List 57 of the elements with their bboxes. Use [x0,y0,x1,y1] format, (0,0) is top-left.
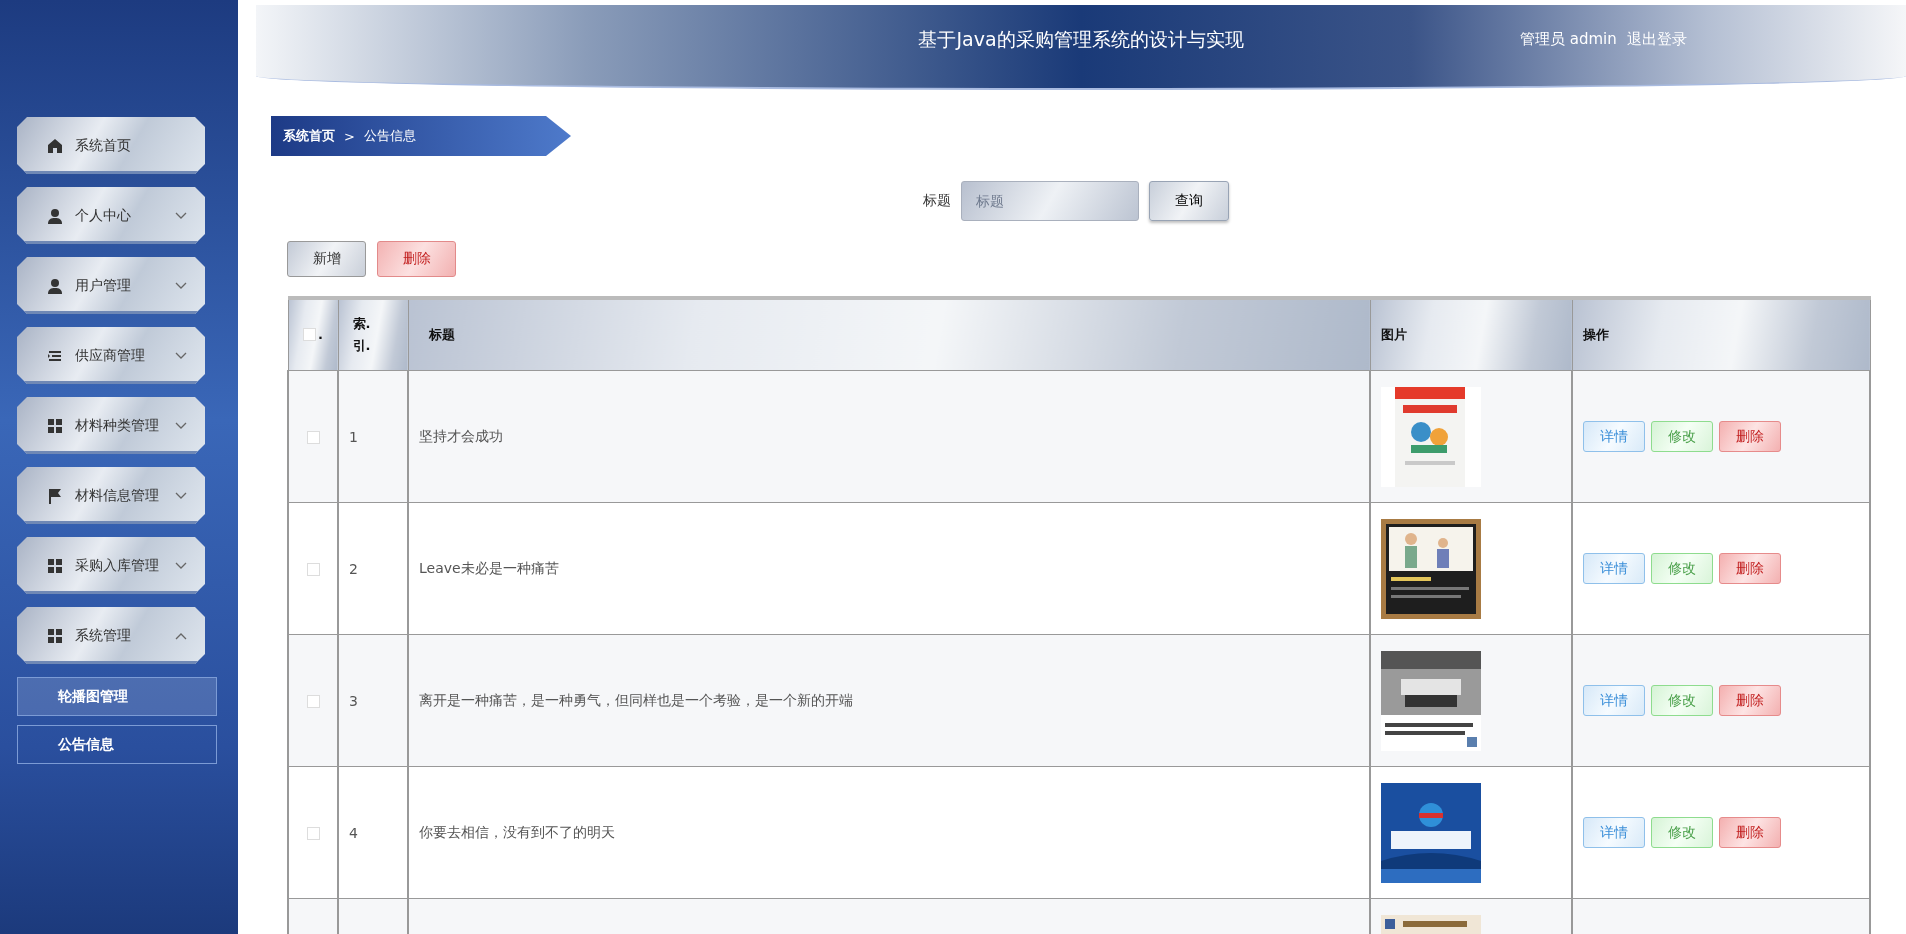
person-icon [47,207,63,224]
edit-button[interactable]: 修改 [1651,553,1713,584]
search-field[interactable]: 标题 [961,181,1139,221]
menu-item[interactable]: 材料信息管理 [17,467,205,524]
menu-item[interactable]: 采购入库管理 [17,537,205,594]
table-cell: 坚持才会成功 [419,427,503,444]
column-header: . [318,326,323,342]
detail-button[interactable]: 详情 [1583,421,1645,452]
menu-item[interactable]: 用户管理 [17,257,205,314]
column-header: 标题 [428,327,455,342]
menu-item[interactable]: 供应商管理 [17,327,205,384]
breadcrumb-current: 公告信息 [363,127,416,145]
table-cell: 4 [349,824,358,841]
menu-item[interactable]: 系统首页 [17,117,205,174]
table-cell: 离开是一种痛苦，是一种勇气，但同样也是一个考验，是一个新的开端 [419,691,853,708]
column-header: 操作 [1582,327,1609,342]
grid-icon [47,557,63,574]
breadcrumb-separator: > [344,128,355,144]
delete-button[interactable]: 删除 [1719,421,1781,452]
search-label: 标题 [923,192,951,210]
table-cell: 2 [349,560,358,577]
table-cell: 3 [349,692,358,709]
row-checkbox[interactable] [306,695,320,708]
edit-button[interactable]: 修改 [1651,817,1713,848]
detail-button[interactable]: 详情 [1583,817,1645,848]
table-cell: 1 [349,428,358,445]
home-icon [47,137,63,154]
row-checkbox[interactable] [306,827,320,840]
delete-button[interactable]: 删除 [1719,817,1781,848]
submenu-item[interactable]: 轮播图管理 [17,677,217,716]
edit-button[interactable]: 修改 [1651,421,1713,452]
flag-icon [47,487,63,504]
table-cell: 你要去相信，没有到不了的明天 [419,823,615,840]
delete-button[interactable]: 删除 [377,241,456,277]
add-button[interactable]: 新增 [287,241,366,277]
edit-button[interactable]: 修改 [1651,685,1713,716]
person-icon [47,277,63,294]
row-checkbox[interactable] [306,431,320,444]
menu-item[interactable]: 材料种类管理 [17,397,205,454]
search-button[interactable]: 查询 [1149,181,1229,221]
column-header: 索.引. [352,315,372,355]
detail-button[interactable]: 详情 [1583,685,1645,716]
breadcrumb-link[interactable]: 系统首页 [283,127,335,145]
user-label: 管理员 admin [1520,30,1617,49]
menu-item[interactable]: 个人中心 [17,187,205,244]
submenu-item[interactable]: 公告信息 [17,725,217,764]
detail-button[interactable]: 详情 [1583,553,1645,584]
grid-icon [47,627,63,644]
column-header: 图片 [1380,327,1407,342]
row-checkbox[interactable] [306,563,320,576]
table-cell: Leave未必是一种痛苦 [419,559,559,576]
select-all-checkbox[interactable] [303,327,316,341]
delete-button[interactable]: 删除 [1719,685,1781,716]
page-title: 基于Java的采购管理系统的设计与实现 [918,27,1244,52]
delete-button[interactable]: 删除 [1719,553,1781,584]
grid-icon [47,417,63,434]
menu-item[interactable]: 系统管理 [17,607,205,664]
